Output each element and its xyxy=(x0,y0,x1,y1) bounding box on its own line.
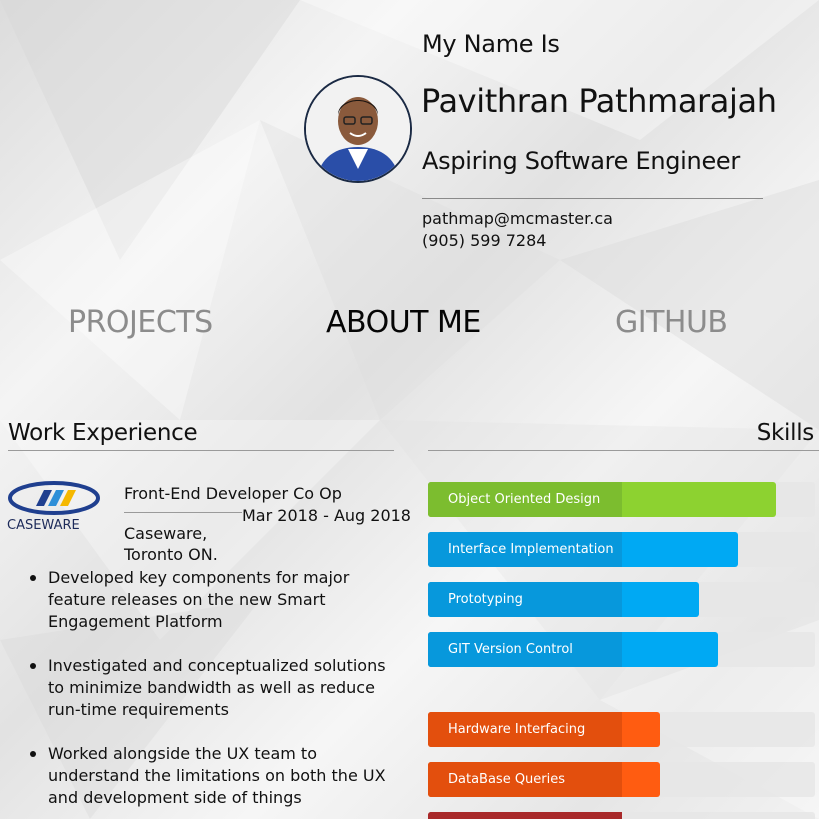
skill-bar xyxy=(428,812,815,819)
skill-label xyxy=(428,812,622,819)
skills-divider xyxy=(428,450,819,451)
work-divider xyxy=(8,450,394,451)
skill-bar: GIT Version Control xyxy=(428,632,815,667)
skill-label: GIT Version Control xyxy=(428,632,622,667)
header-divider xyxy=(422,198,763,199)
main-nav: PROJECTS ABOUT ME GITHUB xyxy=(0,305,819,349)
job-location: Toronto ON. xyxy=(124,545,218,564)
job-title: Front-End Developer Co Op xyxy=(124,484,342,503)
skills-title: Skills xyxy=(756,420,815,446)
skill-bar: Object Oriented Design xyxy=(428,482,815,517)
skill-label: DataBase Queries xyxy=(428,762,622,797)
contact-email[interactable]: pathmap@mcmaster.ca xyxy=(422,209,613,228)
logo-text: CASEWARE xyxy=(7,518,80,533)
skill-bar: DataBase Queries xyxy=(428,762,815,797)
skill-bar: Hardware Interfacing xyxy=(428,712,815,747)
nav-github[interactable]: GITHUB xyxy=(615,305,728,340)
nav-projects[interactable]: PROJECTS xyxy=(68,305,213,340)
nav-about-me[interactable]: ABOUT ME xyxy=(326,305,481,340)
job-divider xyxy=(124,512,242,513)
intro-text: My Name Is xyxy=(422,30,560,58)
skill-label: Object Oriented Design xyxy=(428,482,622,517)
profile-role: Aspiring Software Engineer xyxy=(422,147,740,175)
job-company: Caseware, xyxy=(124,524,208,543)
job-responsibilities: Developed key components for major featu… xyxy=(26,567,396,819)
skill-bar: Interface Implementation xyxy=(428,532,815,567)
caseware-logo: CASEWARE xyxy=(7,481,100,533)
skill-bar: Prototyping xyxy=(428,582,815,617)
profile-header: My Name Is Pavithran Pathmarajah Aspirin… xyxy=(0,0,819,270)
job-dates: Mar 2018 - Aug 2018 xyxy=(242,506,411,525)
profile-avatar xyxy=(304,75,412,183)
bullet-item: Developed key components for major featu… xyxy=(26,567,396,633)
skill-label: Hardware Interfacing xyxy=(428,712,622,747)
profile-name: Pavithran Pathmarajah xyxy=(421,82,777,120)
skill-label: Prototyping xyxy=(428,582,622,617)
bullet-item: Investigated and conceptualized solution… xyxy=(26,655,396,721)
skill-label: Interface Implementation xyxy=(428,532,622,567)
contact-phone[interactable]: (905) 599 7284 xyxy=(422,231,546,250)
bullet-item: Worked alongside the UX team to understa… xyxy=(26,743,396,809)
work-experience-title: Work Experience xyxy=(8,420,198,446)
